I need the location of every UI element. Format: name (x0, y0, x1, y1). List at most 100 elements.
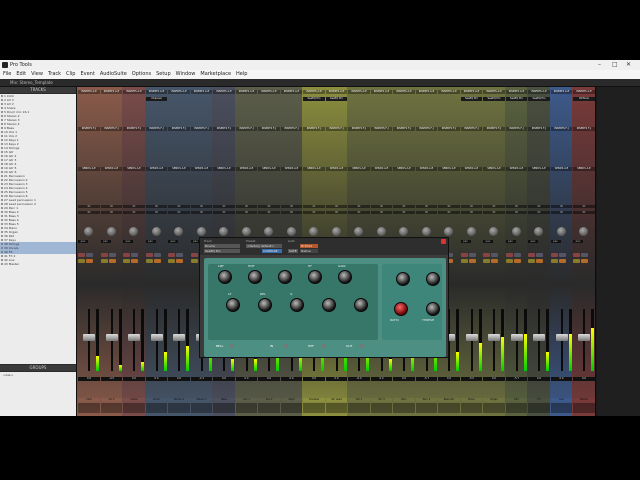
volume-fader[interactable] (83, 333, 95, 341)
insert-plugin-slot[interactable]: SeeEQ Pro (303, 97, 325, 101)
track-show-toggle-icon[interactable] (1, 255, 3, 257)
track-name[interactable]: Stereo 2 (168, 398, 190, 402)
io-selector[interactable]: IO (213, 211, 235, 214)
track-name[interactable]: Master (573, 398, 595, 402)
menu-help[interactable]: Help (236, 70, 247, 79)
input-button[interactable] (558, 253, 566, 257)
comments-box[interactable] (550, 403, 573, 413)
io-selector[interactable]: IO (325, 211, 348, 214)
eq-knob[interactable] (338, 270, 352, 284)
pan-knob[interactable] (174, 227, 183, 236)
volume-fader[interactable] (173, 333, 185, 341)
pan-knob[interactable] (534, 227, 543, 236)
mute-button[interactable] (536, 259, 543, 263)
eq-knob[interactable] (426, 302, 440, 316)
track-show-toggle-icon[interactable] (1, 123, 3, 125)
menu-clip[interactable]: Clip (66, 70, 75, 79)
pan-knob[interactable] (286, 227, 296, 236)
track-show-toggle-icon[interactable] (1, 259, 3, 261)
track-show-toggle-icon[interactable] (1, 111, 3, 113)
eq-knob[interactable] (226, 298, 240, 312)
track-show-toggle-icon[interactable] (1, 247, 3, 249)
io-selector[interactable]: IO (550, 211, 573, 214)
track-name[interactable]: Keys (280, 398, 303, 402)
comments-box[interactable] (258, 403, 280, 413)
eq-knob[interactable] (322, 298, 336, 312)
input-button[interactable] (513, 253, 521, 257)
eq-knob[interactable] (396, 272, 410, 286)
solo-button[interactable] (123, 259, 130, 263)
io-selector[interactable]: IO (370, 205, 393, 208)
solo-button[interactable] (483, 259, 490, 263)
track-show-toggle-icon[interactable] (1, 103, 3, 105)
comments-box[interactable] (573, 403, 595, 413)
mute-button[interactable] (176, 259, 183, 263)
track-show-toggle-icon[interactable] (1, 207, 3, 209)
comments-box[interactable] (460, 403, 483, 413)
track-show-toggle-icon[interactable] (1, 211, 3, 213)
pan-knob[interactable] (331, 227, 341, 236)
track-show-toggle-icon[interactable] (1, 135, 3, 137)
pan-knob[interactable] (129, 227, 138, 236)
track-show-toggle-icon[interactable] (1, 231, 3, 233)
track-name[interactable]: Vox 1 (235, 398, 258, 402)
track-show-toggle-icon[interactable] (1, 107, 3, 109)
pan-knob[interactable] (106, 227, 116, 236)
io-selector[interactable]: IO (303, 211, 325, 214)
input-button[interactable] (108, 253, 116, 257)
io-selector[interactable]: IO (258, 211, 280, 214)
solo-button[interactable] (78, 259, 85, 263)
comments-box[interactable] (528, 403, 550, 413)
pan-knob[interactable] (421, 227, 431, 236)
track-show-toggle-icon[interactable] (1, 151, 3, 153)
track-show-toggle-icon[interactable] (1, 179, 3, 181)
comments-box[interactable] (348, 403, 370, 413)
io-selector[interactable]: IO (123, 211, 145, 214)
switch-led-icon[interactable] (360, 344, 364, 348)
eq-knob[interactable] (258, 298, 272, 312)
io-selector[interactable]: IO (168, 205, 190, 208)
switch-led-icon[interactable] (230, 344, 234, 348)
io-selector[interactable]: IO (438, 211, 460, 214)
comments-box[interactable] (393, 403, 415, 413)
insert-plugin-slot[interactable]: SeeEQ Pro (505, 97, 528, 101)
track-show-toggle-icon[interactable] (1, 159, 3, 161)
track-show-toggle-icon[interactable] (1, 147, 3, 149)
record-button[interactable] (528, 253, 535, 257)
track-show-toggle-icon[interactable] (1, 127, 3, 129)
io-selector[interactable]: IO (505, 205, 528, 208)
io-selector[interactable]: IO (505, 211, 528, 214)
pan-knob[interactable] (376, 227, 386, 236)
track-list[interactable]: 1 Click 2 LD V3 LD V4 Snare 5 Drum mic 16.… (0, 94, 76, 364)
record-button[interactable] (168, 253, 175, 257)
comments-box[interactable] (370, 403, 393, 413)
input-button[interactable] (536, 253, 543, 257)
io-selector[interactable]: IO (235, 211, 258, 214)
io-selector[interactable]: IO (348, 205, 370, 208)
pan-knob[interactable] (219, 227, 228, 236)
menu-window[interactable]: Window (176, 70, 196, 79)
io-selector[interactable]: IO (100, 211, 123, 214)
io-selector[interactable]: IO (483, 205, 505, 208)
comments-box[interactable] (168, 403, 190, 413)
volume-fader[interactable] (510, 333, 523, 341)
track-show-toggle-icon[interactable] (1, 175, 3, 177)
comments-box[interactable] (145, 403, 168, 413)
io-selector[interactable]: IO (100, 205, 123, 208)
track-name[interactable]: Drum (145, 398, 168, 402)
solo-button[interactable] (190, 259, 198, 263)
io-selector[interactable]: IO (258, 205, 280, 208)
track-show-toggle-icon[interactable] (1, 191, 3, 193)
track-show-toggle-icon[interactable] (1, 139, 3, 141)
track-show-toggle-icon[interactable] (1, 163, 3, 165)
track-name[interactable]: Gtr 3 (370, 398, 393, 402)
volume-fader[interactable] (105, 333, 118, 341)
record-button[interactable] (550, 253, 558, 257)
pan-knob[interactable] (511, 227, 521, 236)
comments-box[interactable] (280, 403, 303, 413)
io-selector[interactable]: IO (280, 211, 303, 214)
pan-knob[interactable] (444, 227, 453, 236)
track-name[interactable]: Perc 2 (415, 398, 438, 402)
record-button[interactable] (460, 253, 468, 257)
volume-fader[interactable] (488, 333, 500, 341)
